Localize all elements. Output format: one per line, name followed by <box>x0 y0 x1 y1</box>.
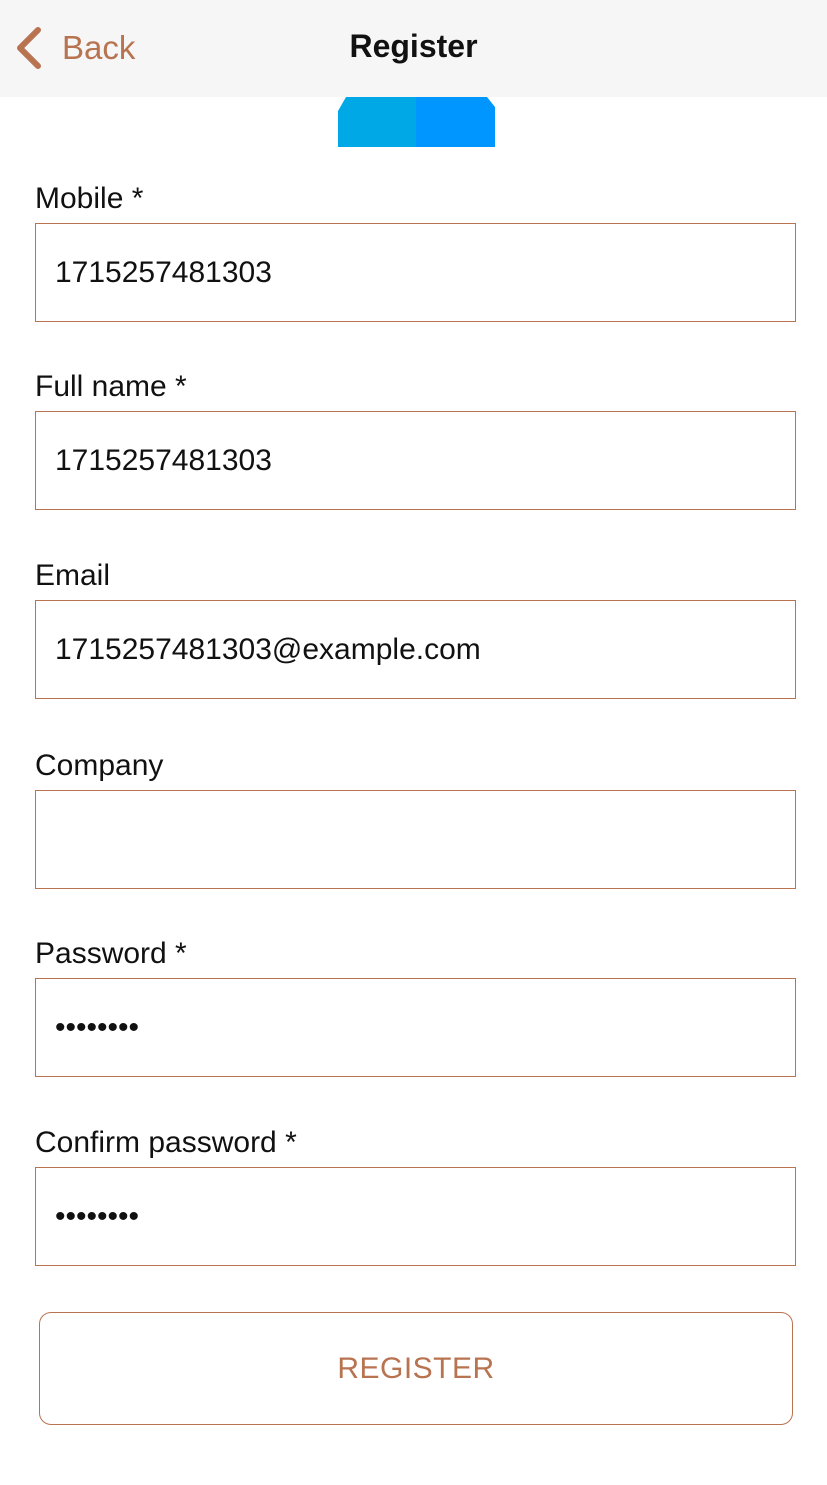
register-button-label: REGISTER <box>337 1351 495 1385</box>
password-input[interactable] <box>55 979 775 1076</box>
email-label: Email <box>35 559 111 592</box>
company-field-box <box>35 790 796 889</box>
confirm-password-field-box <box>35 1167 796 1266</box>
mobile-label: Mobile * <box>35 182 144 215</box>
email-field-box <box>35 600 796 699</box>
full-name-field-box <box>35 411 796 510</box>
navigation-bar: Back Register <box>0 0 827 97</box>
company-input[interactable] <box>55 791 775 888</box>
register-button[interactable]: REGISTER <box>39 1312 793 1425</box>
password-label: Password * <box>35 937 187 970</box>
company-label: Company <box>35 749 164 782</box>
mobile-field-box <box>35 223 796 322</box>
full-name-input[interactable] <box>55 412 775 509</box>
brand-logo-icon <box>338 97 495 147</box>
confirm-password-input[interactable] <box>55 1168 775 1265</box>
email-input[interactable] <box>55 601 775 698</box>
page-title: Register <box>349 28 478 64</box>
full-name-label: Full name * <box>35 370 187 403</box>
confirm-password-label: Confirm password * <box>35 1126 297 1159</box>
password-field-box <box>35 978 796 1077</box>
mobile-input[interactable] <box>55 224 775 321</box>
